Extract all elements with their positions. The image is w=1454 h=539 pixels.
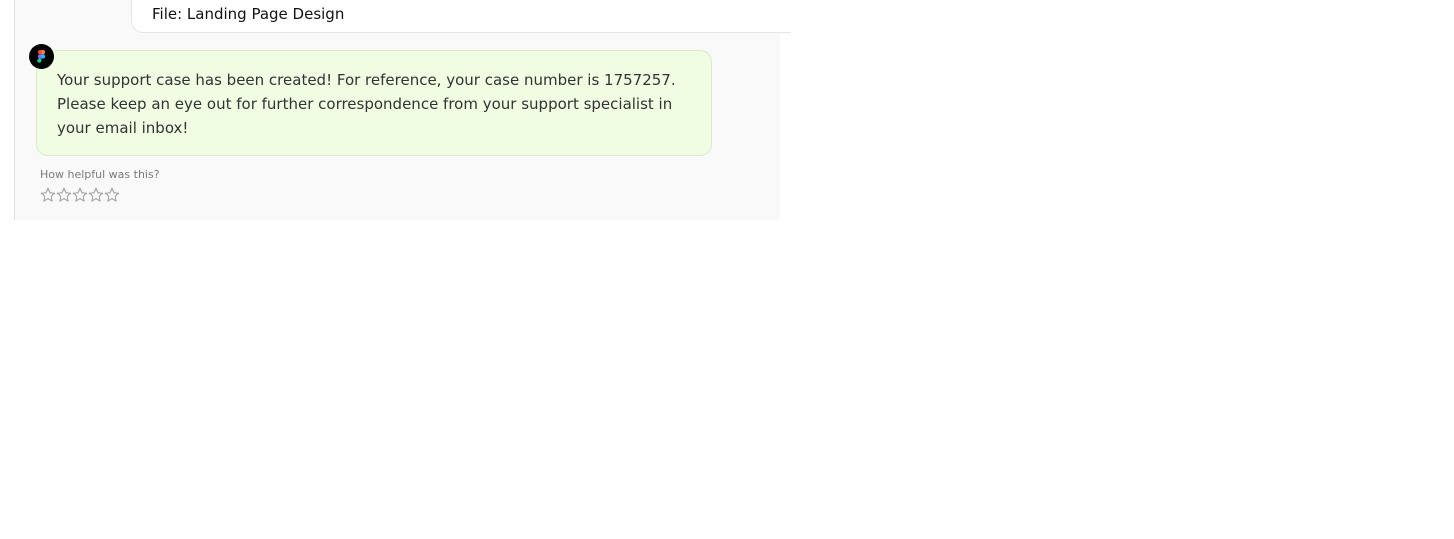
- feedback-prompt: How helpful was this?: [40, 168, 160, 181]
- feedback-section: How helpful was this?: [40, 167, 160, 203]
- star-outline-icon[interactable]: [104, 187, 120, 203]
- star-outline-icon[interactable]: [72, 187, 88, 203]
- star-outline-icon[interactable]: [40, 187, 56, 203]
- bot-message-text: Your support case has been created! For …: [57, 71, 676, 137]
- figma-logo-icon: [29, 44, 54, 69]
- user-message-bubble: File: Landing Page Design: [131, 0, 791, 33]
- figma-logo-icon-graphic: [37, 50, 46, 63]
- star-outline-icon[interactable]: [56, 187, 72, 203]
- star-rating: [40, 187, 160, 203]
- chat-panel: File: Landing Page Design Your support c…: [14, 0, 791, 220]
- star-outline-icon[interactable]: [88, 187, 104, 203]
- bot-message-bubble: Your support case has been created! For …: [36, 50, 712, 156]
- user-message-text: File: Landing Page Design: [152, 5, 345, 23]
